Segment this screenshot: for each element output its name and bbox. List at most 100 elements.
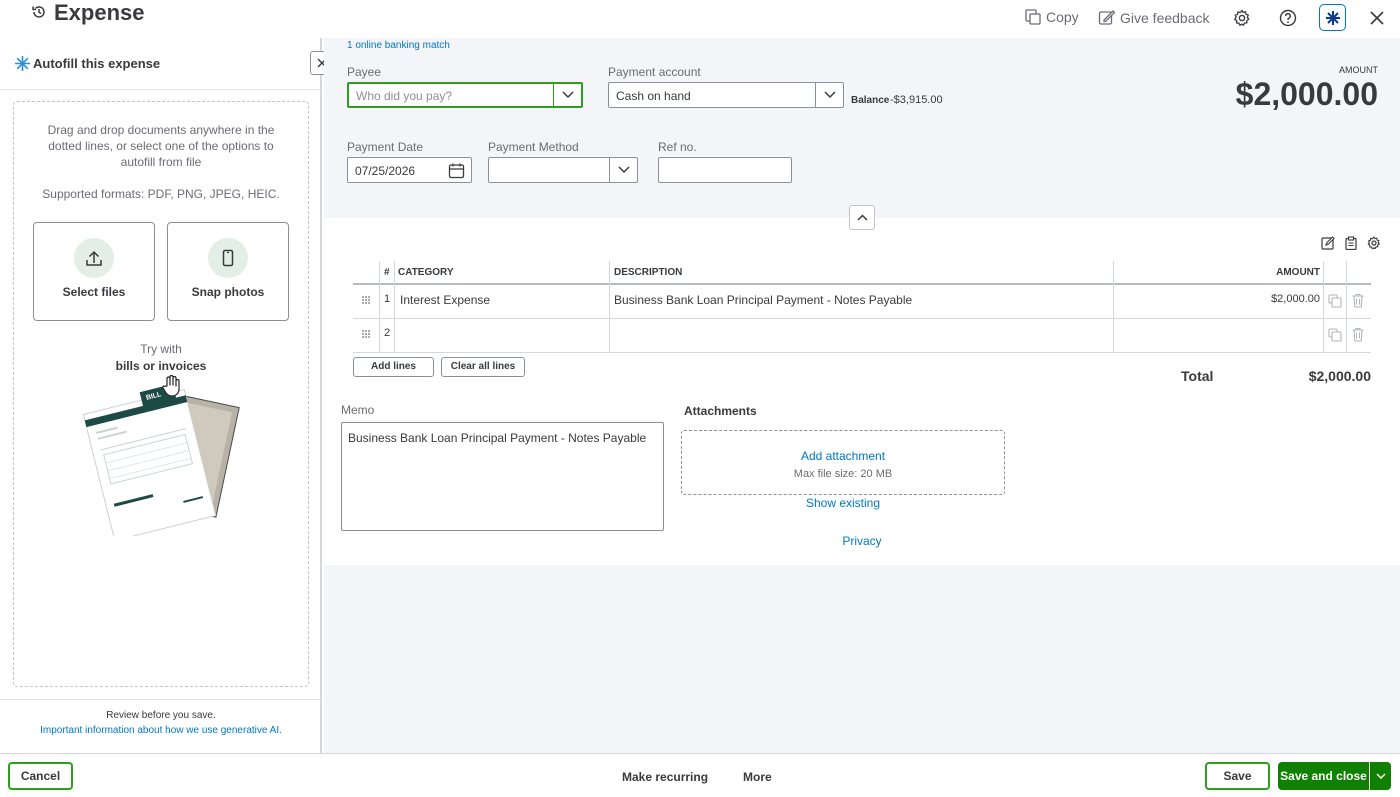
save-button[interactable]: Save — [1205, 762, 1270, 790]
payee-placeholder: Who did you pay? — [356, 89, 453, 103]
payment-method-select[interactable] — [488, 157, 638, 183]
memo-value: Business Bank Loan Principal Payment - N… — [348, 431, 647, 445]
col-header-description: DESCRIPTION — [614, 267, 683, 278]
ref-no-label: Ref no. — [658, 140, 697, 154]
ai-sparkle-icon — [1325, 10, 1341, 26]
col-header-category: CATEGORY — [398, 267, 454, 278]
review-notice: Review before you save. — [106, 710, 216, 721]
show-existing-link[interactable]: Show existing — [681, 496, 1005, 510]
row-category[interactable]: Interest Expense — [400, 293, 490, 307]
help-icon[interactable] — [1279, 9, 1297, 27]
add-attachment-link[interactable]: Add attachment — [681, 449, 1005, 463]
sample-docs-link[interactable]: bills or invoices — [100, 359, 222, 373]
payee-input[interactable]: Who did you pay? — [347, 82, 583, 108]
amount-total: $2,000.00 — [1235, 76, 1378, 112]
row-description[interactable]: Business Bank Loan Principal Payment - N… — [614, 293, 912, 307]
copy-button[interactable]: Copy — [1046, 9, 1079, 25]
phone-icon — [208, 238, 248, 278]
amount-label: AMOUNT — [1339, 65, 1378, 75]
ref-no-input[interactable] — [658, 157, 792, 183]
autofill-title: Autofill this expense — [33, 56, 161, 71]
close-icon[interactable] — [1369, 10, 1385, 26]
payment-date-input[interactable]: 07/25/2026 — [347, 157, 472, 183]
drag-handle-icon[interactable] — [361, 329, 371, 339]
total-value: $2,000.00 — [1308, 368, 1371, 384]
col-header-num: # — [384, 267, 390, 278]
max-file-size: Max file size: 20 MB — [793, 468, 893, 480]
more-button[interactable]: More — [743, 770, 772, 784]
add-lines-button[interactable]: Add lines — [353, 357, 434, 377]
col-divider — [609, 261, 610, 353]
payment-method-label: Payment Method — [488, 140, 579, 154]
copy-icon[interactable] — [1024, 8, 1042, 26]
payment-method-dropdown-button[interactable] — [609, 158, 637, 182]
chevron-up-icon — [856, 214, 868, 221]
chevron-down-icon — [823, 91, 836, 99]
feedback-icon[interactable] — [1098, 9, 1116, 27]
autofill-instructions: Drag and drop documents anywhere in the … — [47, 123, 275, 169]
form-bottom-area — [324, 565, 1400, 753]
row-divider — [353, 352, 1371, 353]
col-divider — [1113, 261, 1114, 353]
hand-cursor-icon — [160, 374, 182, 398]
table-header-rule — [353, 283, 1371, 285]
delete-row-icon[interactable] — [1351, 327, 1365, 342]
memo-textarea[interactable]: Business Bank Loan Principal Payment - N… — [341, 422, 664, 531]
clear-all-lines-button[interactable]: Clear all lines — [441, 357, 525, 377]
col-divider — [1323, 261, 1324, 353]
cancel-button[interactable]: Cancel — [8, 762, 73, 790]
drag-handle-icon[interactable] — [361, 295, 371, 305]
calendar-icon[interactable] — [448, 162, 465, 179]
memo-label: Memo — [341, 403, 375, 417]
select-files-label: Select files — [62, 285, 126, 299]
upload-icon — [74, 238, 114, 278]
autofill-sparkle-icon — [14, 55, 31, 72]
row-number: 2 — [384, 327, 391, 339]
make-recurring-button[interactable]: Make recurring — [622, 770, 708, 784]
payment-date-value: 07/25/2026 — [355, 164, 416, 178]
category-table: # CATEGORY DESCRIPTION AMOUNT 1 Interest… — [353, 261, 1371, 353]
recent-history-icon[interactable] — [30, 3, 48, 21]
expense-header-form — [324, 38, 1400, 218]
edit-table-icon[interactable] — [1321, 236, 1335, 250]
chevron-down-icon — [561, 91, 574, 99]
sample-bill-illustration[interactable] — [78, 376, 248, 536]
collapse-header-button[interactable] — [849, 205, 875, 230]
balance-value: -$3,915.00 — [890, 94, 943, 106]
divider — [0, 699, 322, 700]
generative-ai-info-link[interactable]: Important information about how we use g… — [0, 725, 322, 736]
col-header-amount: AMOUNT — [1276, 267, 1320, 278]
chevron-down-icon — [617, 166, 630, 174]
payment-date-label: Payment Date — [347, 140, 424, 154]
snap-photos-label: Snap photos — [191, 285, 265, 299]
duplicate-row-icon[interactable] — [1328, 294, 1342, 308]
settings-gear-icon[interactable] — [1233, 9, 1251, 27]
ai-assistant-button[interactable] — [1319, 4, 1346, 31]
save-options-dropdown[interactable] — [1370, 762, 1391, 790]
row-number: 1 — [384, 293, 391, 305]
save-and-close-button[interactable]: Save and close — [1278, 762, 1369, 790]
col-divider — [1346, 261, 1347, 353]
payee-label: Payee — [347, 65, 382, 79]
row-amount[interactable]: $2,000.00 — [1213, 293, 1320, 305]
row-divider — [353, 318, 1371, 319]
chevron-down-icon — [1375, 773, 1386, 779]
payment-account-value: Cash on hand — [616, 89, 691, 103]
privacy-link[interactable]: Privacy — [681, 534, 1043, 548]
give-feedback-button[interactable]: Give feedback — [1120, 10, 1210, 26]
delete-row-icon[interactable] — [1351, 293, 1365, 308]
col-divider — [394, 261, 395, 353]
payment-account-dropdown-button[interactable] — [815, 83, 843, 107]
banking-match-link[interactable]: 1 online banking match — [347, 40, 450, 51]
payment-account-label: Payment account — [608, 65, 701, 79]
payee-dropdown-button[interactable] — [553, 84, 581, 106]
col-divider — [379, 261, 380, 353]
attachments-label: Attachments — [684, 404, 757, 418]
duplicate-row-icon[interactable] — [1328, 328, 1342, 342]
payment-account-select[interactable]: Cash on hand — [608, 82, 844, 108]
paste-icon[interactable] — [1344, 236, 1358, 250]
try-with-text: Try with — [140, 342, 182, 356]
table-settings-gear-icon[interactable] — [1367, 236, 1381, 250]
balance-label: Balance — [851, 95, 890, 106]
page-title: Expense — [54, 0, 145, 25]
